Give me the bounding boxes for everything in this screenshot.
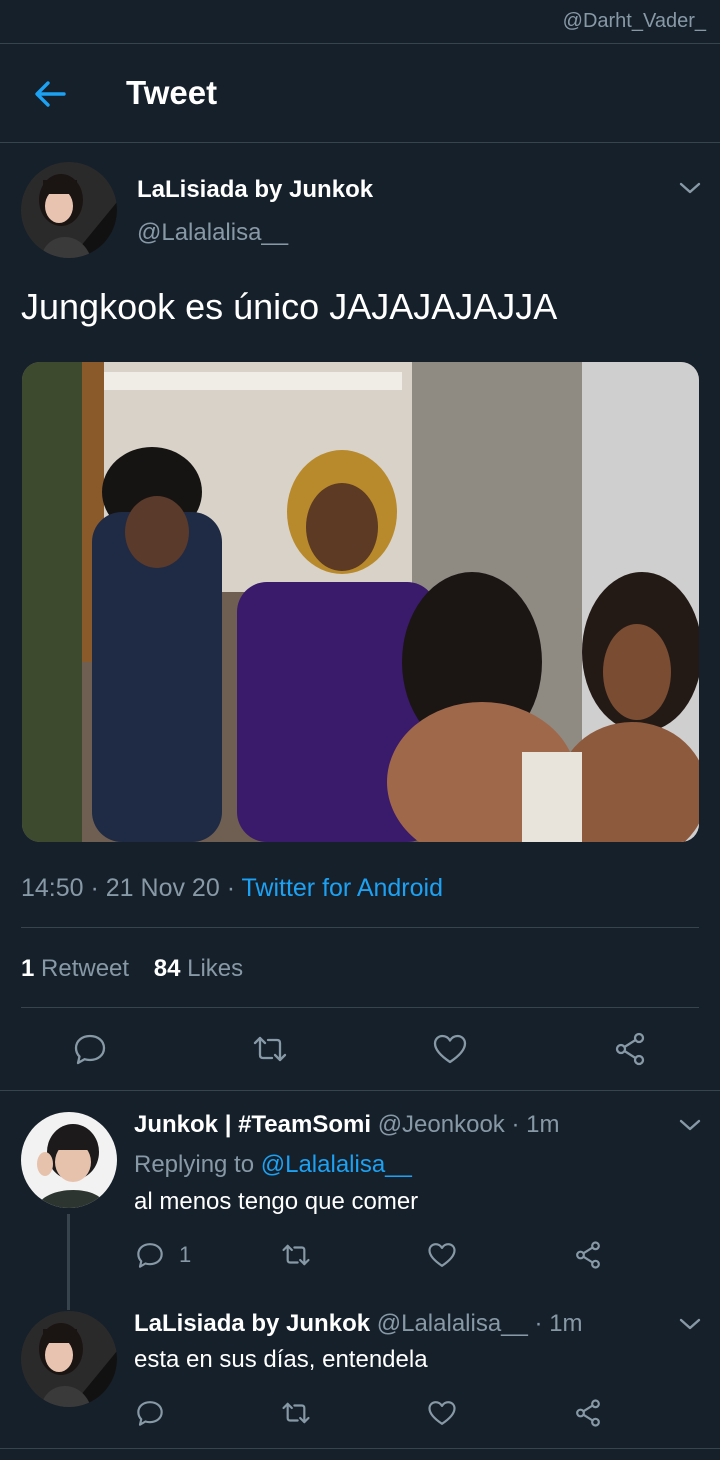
reply-time: · 1m <box>534 1310 583 1337</box>
like-icon <box>428 1401 456 1425</box>
reply-retweet-button[interactable] <box>281 1398 311 1428</box>
reply-header: LaLisiada by Junkok @Lalalalisa__ · 1m <box>134 1310 583 1338</box>
reply-reply-button[interactable] <box>135 1398 165 1428</box>
divider <box>0 1448 720 1449</box>
retweet-icon <box>253 1036 287 1062</box>
reply-text: al menos tengo que comer <box>134 1188 419 1215</box>
avatar[interactable] <box>21 162 117 258</box>
tweet-meta: 14:50 · 21 Nov 20 · Twitter for Android <box>21 874 443 903</box>
tweet-author-name[interactable]: LaLisiada by Junkok <box>137 176 373 204</box>
share-icon <box>615 1032 645 1066</box>
retweets-label: Retweet <box>41 955 130 982</box>
replying-to-label: Replying to <box>134 1151 261 1178</box>
reply-share-button[interactable] <box>573 1240 603 1270</box>
tweet-menu-button[interactable] <box>678 180 702 196</box>
watermark: @Darht_Vader_ <box>562 10 706 32</box>
thread-line <box>67 1214 70 1310</box>
header-divider <box>0 142 720 143</box>
back-button[interactable] <box>30 76 70 112</box>
divider <box>21 927 699 928</box>
retweets-count: 1 <box>21 955 35 982</box>
tweet-stats: 1 Retweet 84 Likes <box>21 955 243 983</box>
reply-menu-button[interactable] <box>678 1117 702 1133</box>
divider <box>21 1007 699 1008</box>
chevron-down-icon <box>679 1318 701 1330</box>
divider <box>0 1090 720 1091</box>
reply-author-name[interactable]: LaLisiada by Junkok <box>134 1310 370 1337</box>
retweet-icon <box>282 1244 310 1266</box>
tweet-timestamp: 14:50 · 21 Nov 20 · <box>21 874 242 902</box>
reply-retweet-button[interactable] <box>281 1240 311 1270</box>
like-icon <box>433 1034 467 1064</box>
tweet-author-handle[interactable]: @Lalalalisa__ <box>137 219 288 247</box>
reply-text: esta en sus días, entendela <box>134 1346 428 1373</box>
chevron-down-icon <box>679 182 701 194</box>
reply-count: 1 <box>179 1242 192 1267</box>
share-icon <box>576 1399 600 1427</box>
tweet-media-image[interactable] <box>22 362 699 842</box>
reply-icon <box>137 1243 163 1268</box>
likes-count: 84 <box>153 955 181 982</box>
reply-menu-button[interactable] <box>678 1316 702 1332</box>
reply-like-button[interactable] <box>427 1240 457 1270</box>
retweet-button[interactable] <box>252 1031 288 1067</box>
back-arrow-icon <box>35 81 66 107</box>
top-divider <box>0 43 720 44</box>
likes-label: Likes <box>187 955 244 982</box>
retweet-icon <box>282 1402 310 1424</box>
reply-author-name[interactable]: Junkok | #TeamSomi <box>134 1111 371 1138</box>
replying-to-handle[interactable]: @Lalalalisa__ <box>261 1151 412 1178</box>
reply-avatar[interactable] <box>21 1311 117 1407</box>
share-button[interactable] <box>612 1031 648 1067</box>
reply-share-button[interactable] <box>573 1398 603 1428</box>
page-title: Tweet <box>126 74 218 111</box>
retweets-stat[interactable]: 1 Retweet <box>21 955 129 982</box>
replying-to: Replying to @Lalalalisa__ <box>134 1151 412 1179</box>
reply-icon <box>137 1401 163 1426</box>
reply-author-handle[interactable]: @Lalalalisa__ <box>377 1310 528 1337</box>
reply-button[interactable] <box>72 1031 108 1067</box>
reply-header: Junkok | #TeamSomi @Jeonkook · 1m <box>134 1111 559 1139</box>
reply-author-handle[interactable]: @Jeonkook <box>378 1111 505 1138</box>
chevron-down-icon <box>679 1119 701 1131</box>
reply-reply-button[interactable]: 1 <box>135 1240 191 1270</box>
share-icon <box>576 1241 600 1269</box>
like-button[interactable] <box>432 1031 468 1067</box>
likes-stat[interactable]: 84 Likes <box>154 955 243 982</box>
reply-like-button[interactable] <box>427 1398 457 1428</box>
reply-time: · 1m <box>511 1111 560 1138</box>
tweet-text: Jungkook es único JAJAJAJAJJA <box>21 286 558 327</box>
tweet-source-link[interactable]: Twitter for Android <box>242 874 443 902</box>
like-icon <box>428 1243 456 1267</box>
reply-avatar[interactable] <box>21 1112 117 1208</box>
reply-icon <box>74 1034 106 1065</box>
